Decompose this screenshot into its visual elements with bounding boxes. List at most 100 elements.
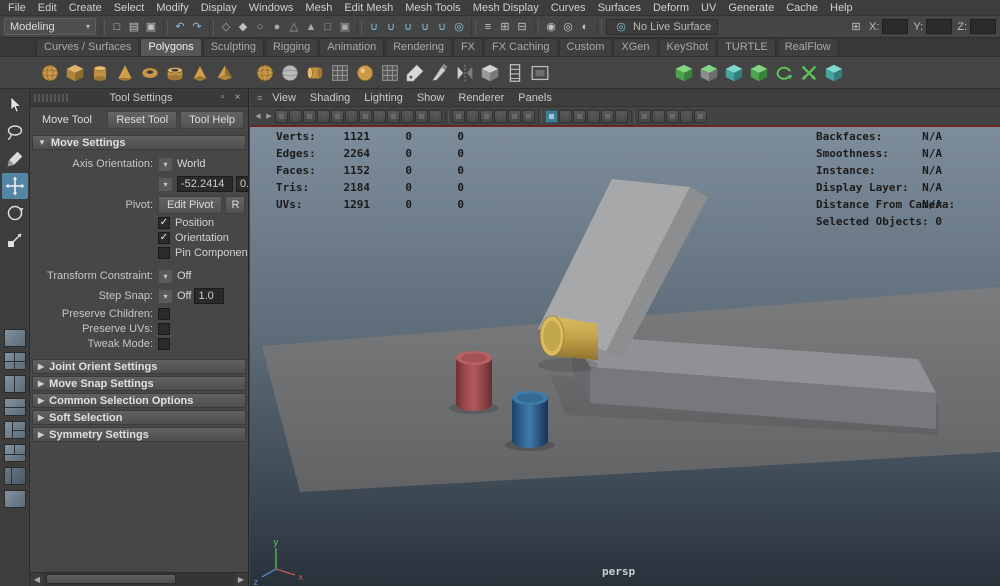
render-settings-button[interactable]: ◐ — [577, 19, 593, 35]
menu-edit[interactable]: Edit — [32, 1, 63, 15]
horizontal-scrollbar[interactable]: ◀ ▶ — [30, 572, 248, 586]
menu-set-selector[interactable]: Modeling ▾ — [4, 18, 96, 35]
snap-viewplane-button[interactable]: ∪ — [434, 19, 450, 35]
shaded-mode-icon[interactable] — [522, 109, 535, 123]
select-hierarchy-button[interactable]: ◇ — [218, 19, 234, 35]
shelf-tab-rendering[interactable]: Rendering — [385, 38, 452, 56]
vp-menu-panels[interactable]: Panels — [511, 91, 559, 105]
camera-select-icon[interactable] — [275, 109, 288, 123]
file-save-button[interactable]: ▣ — [143, 19, 159, 35]
menu-mesh[interactable]: Mesh — [299, 1, 338, 15]
step-snap-dropdown[interactable]: ▾ — [158, 288, 173, 304]
wireframe-mode-icon[interactable] — [508, 109, 521, 123]
layout-saved-button[interactable] — [3, 490, 26, 508]
poly-building-icon[interactable] — [328, 60, 352, 86]
axis-orientation-dropdown[interactable]: ▾ — [158, 156, 173, 172]
edit-pivot-button[interactable]: Edit Pivot — [158, 195, 223, 214]
make-live-button[interactable]: ◎ — [451, 19, 467, 35]
scrollbar-track[interactable] — [44, 573, 234, 586]
gate-mask-icon[interactable] — [415, 109, 428, 123]
shelf-tab-fx[interactable]: FX — [452, 38, 484, 56]
multisample-icon[interactable] — [615, 109, 628, 123]
history-toggle-button[interactable]: ≡ — [480, 19, 496, 35]
lasso-tool-button[interactable] — [2, 119, 28, 145]
isolate-select-icon[interactable] — [666, 109, 679, 123]
undo-button[interactable]: ↶ — [172, 19, 188, 35]
coordinate-mode-icon[interactable]: ⊞ — [848, 19, 864, 35]
select-object-button[interactable]: ◆ — [235, 19, 251, 35]
menu-display[interactable]: Display — [195, 1, 243, 15]
boolean-union-icon[interactable] — [672, 60, 696, 86]
menu-curves[interactable]: Curves — [545, 1, 592, 15]
quad-draw-icon[interactable] — [403, 60, 427, 86]
poly-cylinder-icon[interactable] — [88, 60, 112, 86]
layout-single-pane-button[interactable] — [3, 329, 26, 347]
shelf-tab-rigging[interactable]: Rigging — [264, 38, 319, 56]
sculpt-surface-icon[interactable] — [378, 60, 402, 86]
panel-menu-grip-icon[interactable]: ≡ — [254, 93, 265, 103]
textured-mode-icon[interactable] — [545, 109, 558, 123]
menu-mesh-display[interactable]: Mesh Display — [467, 1, 545, 15]
camera-attributes-icon[interactable] — [303, 109, 316, 123]
scroll-right-button[interactable]: ▶ — [234, 573, 248, 586]
reset-pivot-button[interactable]: R — [225, 195, 246, 214]
section-common-selection-options[interactable]: ▶ Common Selection Options — [32, 393, 246, 408]
viewport-canvas[interactable]: y x z Verts: 1121 0 0 Edges: 2264 0 0 Faces: 11… — [250, 125, 1000, 586]
mask-misc-button[interactable]: ▣ — [337, 19, 353, 35]
menu-file[interactable]: File — [2, 1, 32, 15]
shelf-tab-xgen[interactable]: XGen — [613, 38, 658, 56]
menu-deform[interactable]: Deform — [647, 1, 695, 15]
shadows-icon[interactable] — [573, 109, 586, 123]
film-gate-icon[interactable] — [387, 109, 400, 123]
object-details-icon[interactable] — [494, 109, 507, 123]
snapshot-icon[interactable] — [694, 109, 707, 123]
mask-lines-button[interactable]: △ — [286, 19, 302, 35]
menu-mesh-tools[interactable]: Mesh Tools — [399, 1, 466, 15]
orientation-checkbox[interactable]: ✓ — [158, 231, 170, 244]
layout-three-bottom-button[interactable] — [3, 444, 26, 462]
layout-three-left-button[interactable] — [3, 421, 26, 439]
poly-cube-icon[interactable] — [63, 60, 87, 86]
render-frame-button[interactable]: ◉ — [543, 19, 559, 35]
tweak-mode-checkbox[interactable] — [158, 337, 170, 350]
layout-four-pane-button[interactable] — [3, 352, 26, 370]
safe-title-icon[interactable] — [466, 109, 479, 123]
scale-tool-button[interactable] — [2, 227, 28, 253]
pin-component-pivot-checkbox[interactable] — [158, 246, 170, 259]
smooth-mesh-icon[interactable] — [253, 60, 277, 86]
bookmark-icon[interactable] — [317, 109, 330, 123]
x-coordinate-field[interactable] — [882, 19, 909, 34]
reset-tool-button[interactable]: Reset Tool — [107, 111, 178, 129]
section-joint-orient-settings[interactable]: ▶ Joint Orient Settings — [32, 359, 246, 374]
menu-cache[interactable]: Cache — [780, 1, 824, 15]
mirror-geometry-icon[interactable] — [453, 60, 477, 86]
pan-zoom-icon[interactable] — [345, 109, 358, 123]
orientation-x-field[interactable] — [177, 176, 233, 192]
shelf-tab-animation[interactable]: Animation — [319, 38, 385, 56]
z-coordinate-field[interactable] — [970, 19, 996, 34]
select-tool-button[interactable] — [2, 92, 28, 118]
step-snap-amount-field[interactable] — [194, 288, 225, 304]
dock-panel-icon[interactable]: ▫ — [216, 91, 229, 104]
editor-right-button[interactable]: ⊟ — [514, 19, 530, 35]
target-weld-icon[interactable] — [822, 60, 846, 86]
section-move-snap-settings[interactable]: ▶ Move Snap Settings — [32, 376, 246, 391]
preserve-uvs-checkbox[interactable] — [158, 322, 170, 335]
paint-select-tool-button[interactable] — [2, 146, 28, 172]
section-soft-selection[interactable]: ▶ Soft Selection — [32, 410, 246, 425]
combine-mesh-icon[interactable] — [478, 60, 502, 86]
ambient-occlusion-icon[interactable] — [587, 109, 600, 123]
snap-grid-button[interactable]: ∪ — [366, 19, 382, 35]
grid-toggle-icon[interactable] — [373, 109, 386, 123]
barrel-icon[interactable] — [303, 60, 327, 86]
ipr-render-button[interactable]: ◎ — [560, 19, 576, 35]
poly-cone-icon[interactable] — [113, 60, 137, 86]
file-new-button[interactable]: □ — [109, 19, 125, 35]
bevel-icon[interactable] — [747, 60, 771, 86]
menu-help[interactable]: Help — [824, 1, 859, 15]
iconbar-next-icon[interactable]: ▶ — [264, 110, 274, 123]
super-ellipse-icon[interactable] — [353, 60, 377, 86]
backface-culling-icon[interactable] — [652, 109, 665, 123]
menu-windows[interactable]: Windows — [243, 1, 300, 15]
menu-generate[interactable]: Generate — [722, 1, 780, 15]
